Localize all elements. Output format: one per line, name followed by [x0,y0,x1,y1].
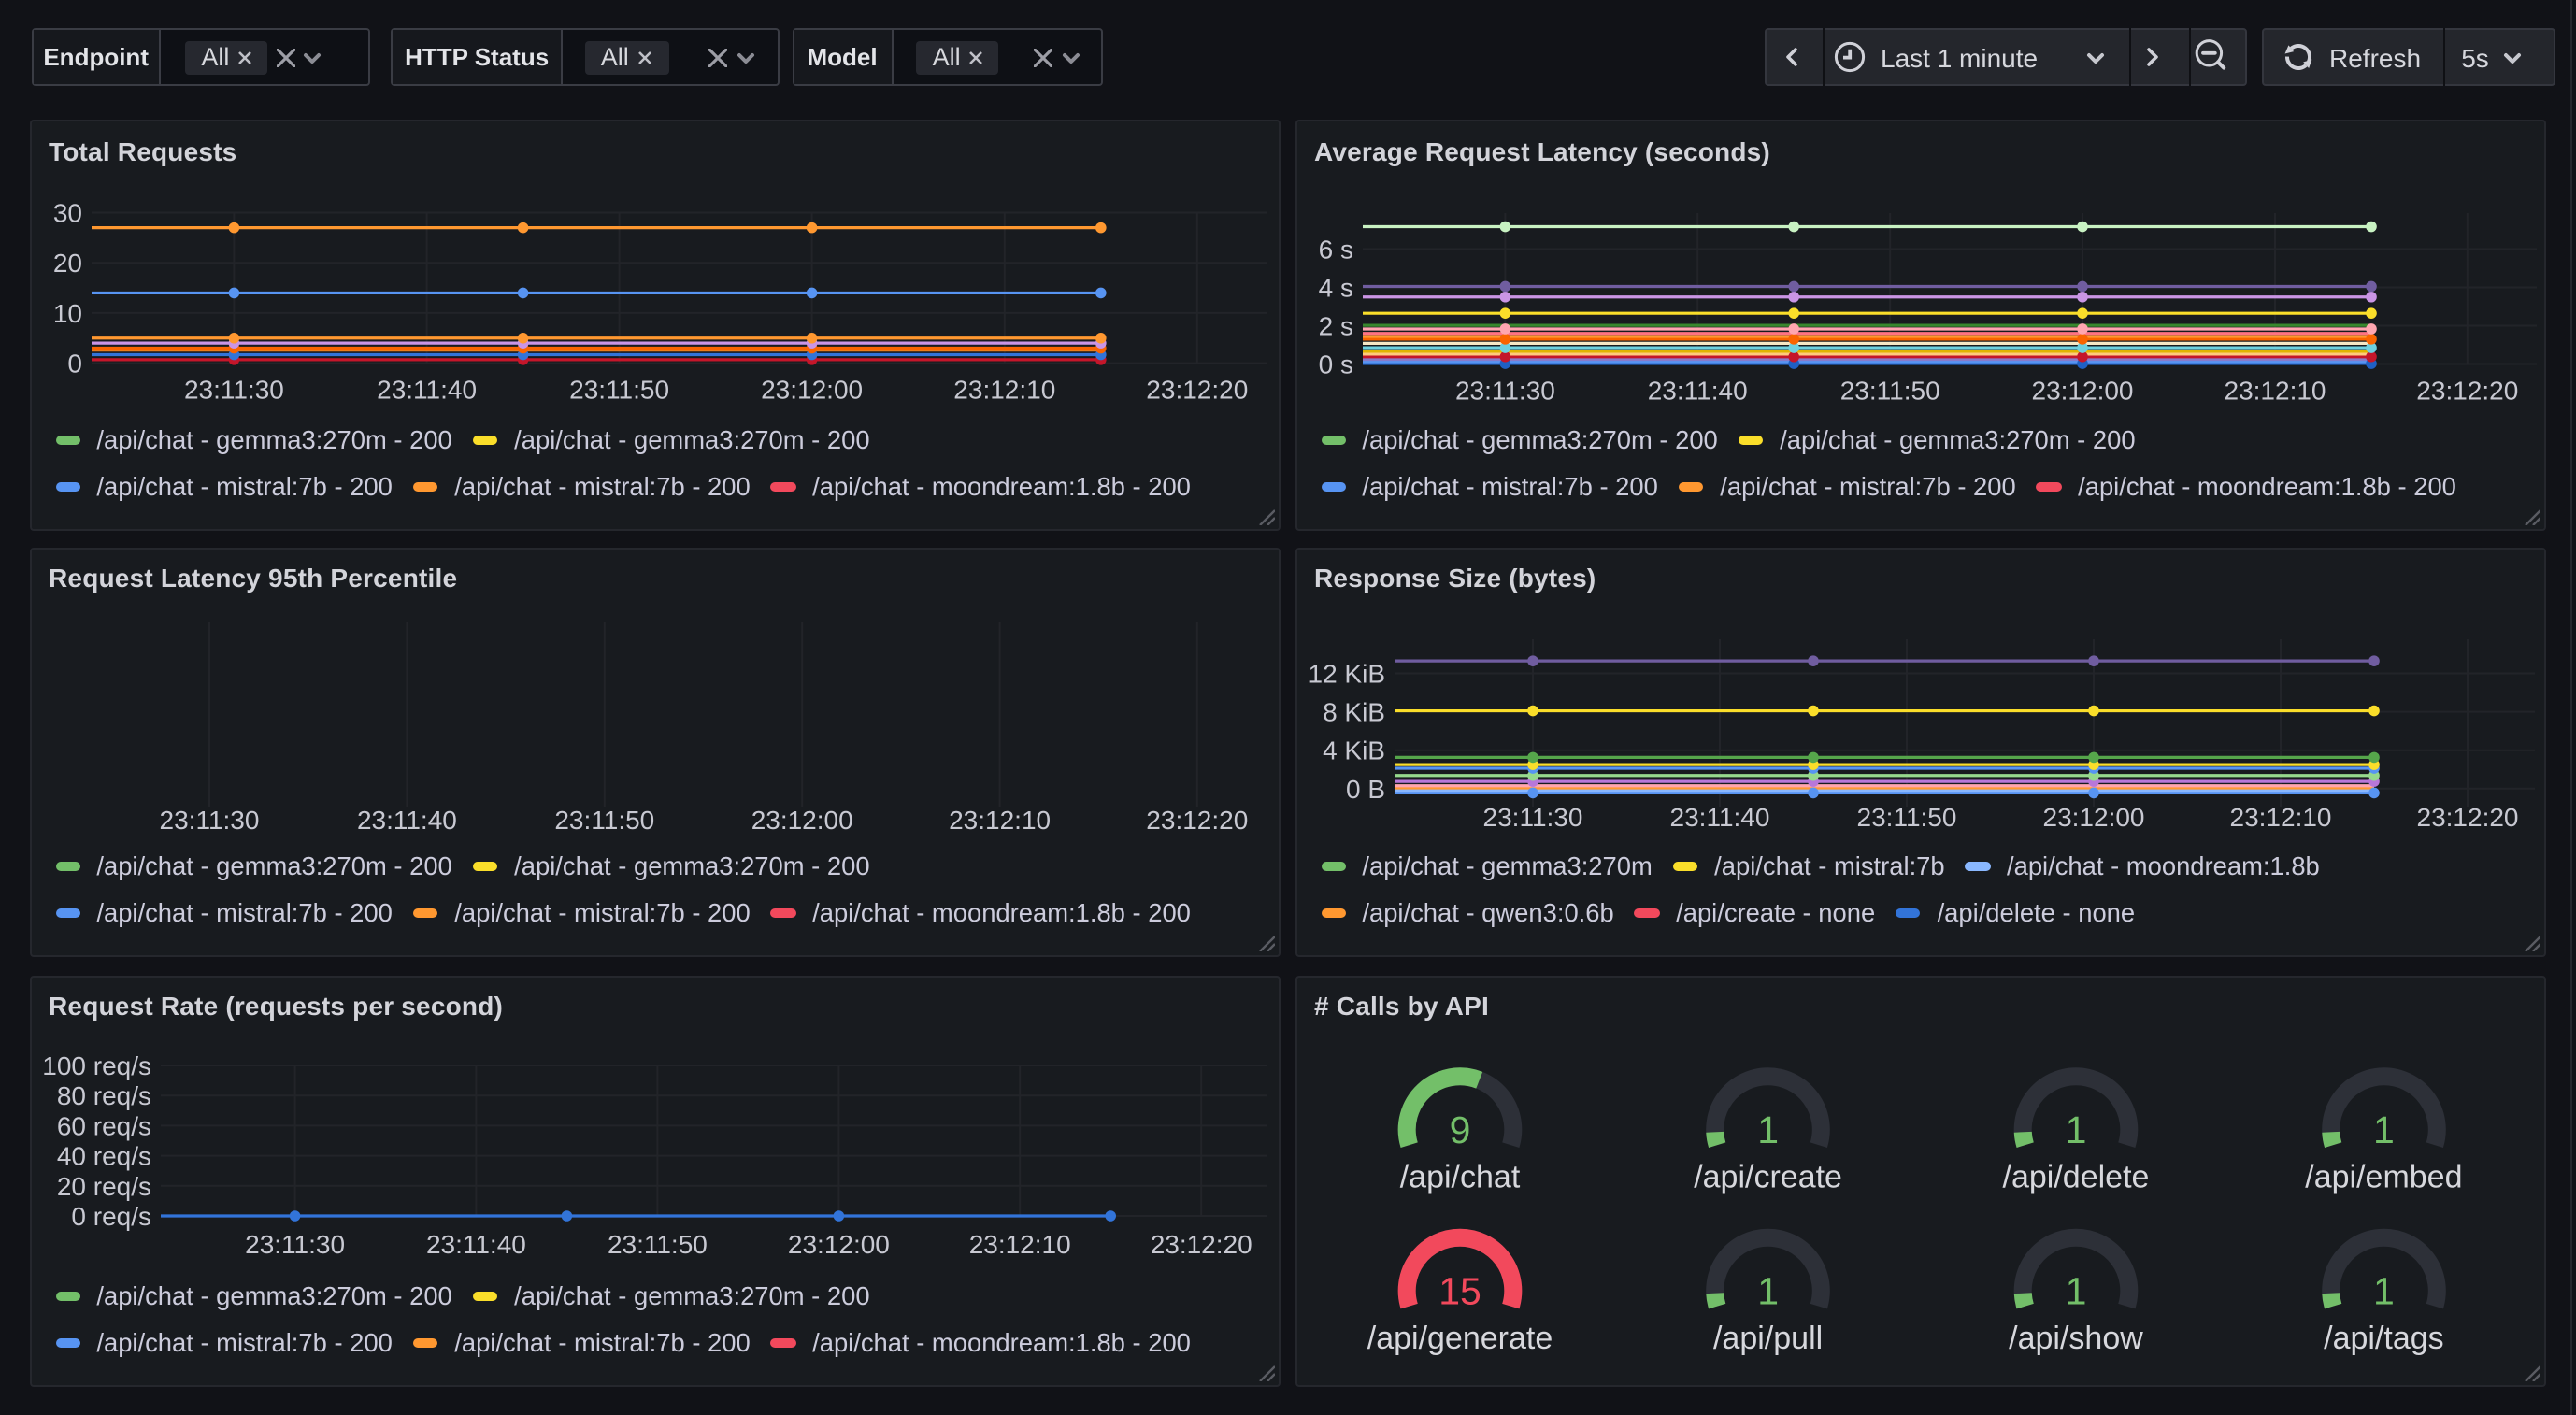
svg-text:12 KiB: 12 KiB [1308,659,1385,688]
svg-text:23:11:30: 23:11:30 [1482,802,1582,831]
svg-text:1: 1 [1756,1108,1778,1151]
svg-text:8 KiB: 8 KiB [1322,697,1384,726]
svg-text:23:12:20: 23:12:20 [1150,1229,1252,1258]
svg-text:23:12:20: 23:12:20 [1145,376,1247,405]
svg-text:23:11:40: 23:11:40 [1647,377,1747,406]
svg-text:23:11:50: 23:11:50 [568,376,668,405]
svg-text:9: 9 [1449,1108,1470,1151]
svg-text:23:11:50: 23:11:50 [553,805,653,834]
svg-text:23:12:10: 23:12:10 [952,376,1054,405]
svg-text:80 req/s: 80 req/s [56,1080,150,1109]
svg-text:23:11:50: 23:11:50 [1839,377,1939,406]
svg-text:40 req/s: 40 req/s [56,1141,150,1170]
svg-text:23:12:20: 23:12:20 [2416,802,2518,831]
svg-text:/api/generate: /api/generate [1367,1320,1553,1355]
svg-text:/api/pull: /api/pull [1712,1320,1822,1355]
svg-text:6 s: 6 s [1318,236,1352,264]
svg-text:23:11:50: 23:11:50 [1856,802,1956,831]
svg-text:23:12:10: 23:12:10 [968,1229,1070,1258]
svg-text:0 req/s: 0 req/s [70,1201,150,1230]
svg-text:/api/delete: /api/delete [2002,1159,2149,1194]
svg-text:23:11:50: 23:11:50 [607,1229,707,1258]
svg-text:23:12:00: 23:12:00 [2042,802,2144,831]
svg-text:23:12:00: 23:12:00 [760,376,862,405]
svg-text:23:12:20: 23:12:20 [1145,805,1247,834]
svg-text:/api/chat: /api/chat [1399,1159,1520,1194]
svg-text:20 req/s: 20 req/s [56,1171,150,1200]
svg-text:1: 1 [2065,1269,2086,1312]
svg-text:2 s: 2 s [1318,312,1352,341]
svg-text:4 s: 4 s [1318,274,1352,303]
svg-text:23:12:00: 23:12:00 [787,1229,889,1258]
svg-text:/api/tags: /api/tags [2323,1320,2443,1355]
svg-text:23:12:20: 23:12:20 [2415,377,2517,406]
svg-text:23:11:30: 23:11:30 [1454,377,1554,406]
svg-text:23:12:10: 23:12:10 [2229,802,2331,831]
svg-text:15: 15 [1438,1269,1481,1312]
svg-text:23:11:40: 23:11:40 [425,1229,525,1258]
svg-text:23:12:10: 23:12:10 [2224,377,2326,406]
svg-text:/api/create: /api/create [1693,1159,1841,1194]
svg-text:23:11:40: 23:11:40 [376,376,476,405]
svg-text:0 B: 0 B [1345,774,1384,803]
svg-text:1: 1 [2372,1269,2394,1312]
svg-text:23:11:40: 23:11:40 [356,805,456,834]
svg-text:23:11:30: 23:11:30 [183,376,283,405]
svg-text:23:11:40: 23:11:40 [1669,802,1769,831]
svg-text:4 KiB: 4 KiB [1322,736,1384,765]
svg-text:23:11:30: 23:11:30 [244,1229,344,1258]
svg-text:60 req/s: 60 req/s [56,1110,150,1139]
svg-text:/api/embed: /api/embed [2304,1159,2461,1194]
svg-text:10: 10 [52,299,81,328]
svg-text:30: 30 [52,199,81,228]
svg-text:0: 0 [66,350,81,379]
svg-text:23:11:30: 23:11:30 [159,805,259,834]
svg-text:23:12:00: 23:12:00 [2031,377,2133,406]
svg-text:1: 1 [2065,1108,2086,1151]
svg-text:23:12:00: 23:12:00 [751,805,852,834]
svg-text:1: 1 [1756,1269,1778,1312]
svg-text:23:12:10: 23:12:10 [948,805,1050,834]
svg-text:20: 20 [52,249,81,278]
svg-text:1: 1 [2372,1108,2394,1151]
svg-text:0 s: 0 s [1318,350,1352,379]
svg-text:100 req/s: 100 req/s [41,1051,150,1079]
svg-text:/api/show: /api/show [2008,1320,2142,1355]
